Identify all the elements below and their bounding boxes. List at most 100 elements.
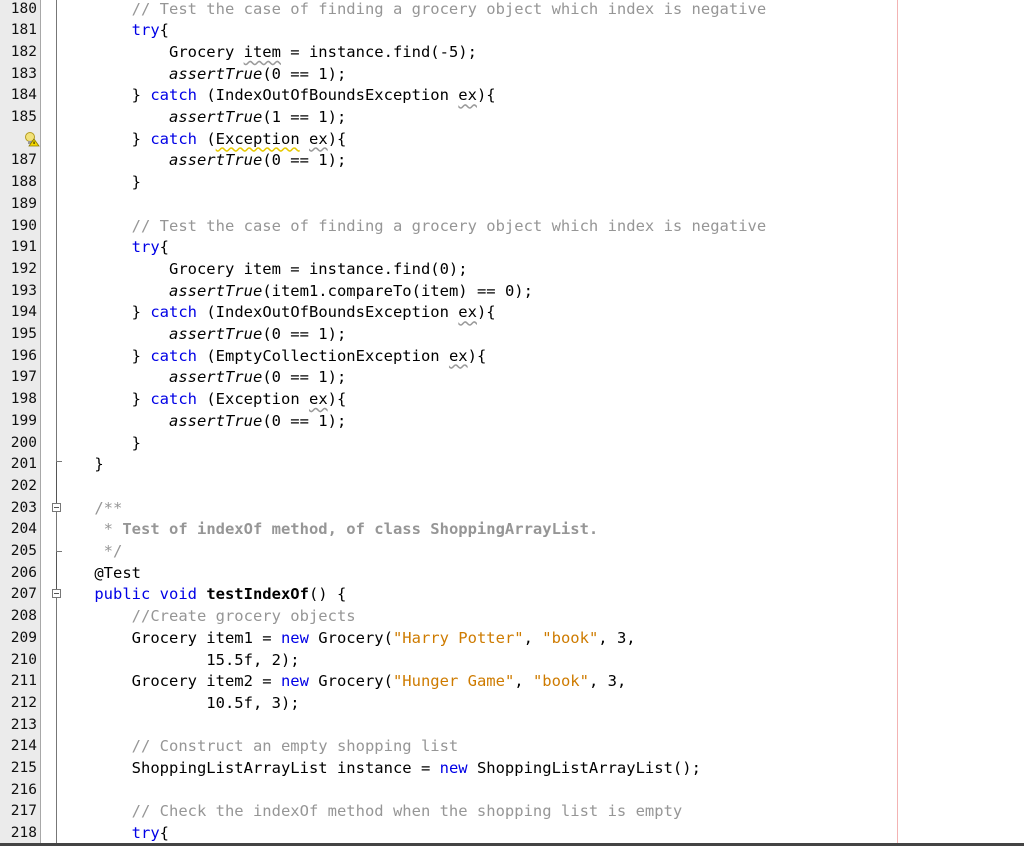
- code-token: , 3,: [598, 628, 636, 647]
- code-token: () {: [308, 585, 347, 604]
- code-line: // Check the indexOf method when the sho…: [57, 801, 683, 823]
- code-line: } catch (Exception ex){: [57, 129, 347, 151]
- code-token: //Create grocery objects: [57, 607, 356, 626]
- code-token: @Test: [57, 563, 141, 582]
- line-number: 207: [10, 586, 37, 603]
- line-number: 214: [10, 738, 37, 755]
- code-token: }: [57, 346, 151, 365]
- code-token: ex: [309, 129, 328, 148]
- fold-toggle-javadoc[interactable]: [52, 503, 61, 512]
- code-line: assertTrue(0 == 1);: [57, 411, 346, 433]
- line-number: 189: [10, 195, 37, 212]
- code-token: (0 == 1);: [262, 411, 347, 430]
- code-token: {: [159, 238, 169, 257]
- code-token: 15.5f, 2);: [57, 650, 300, 669]
- code-line: Grocery item1 = new Grocery("Harry Potte…: [57, 628, 636, 650]
- line-number: 202: [10, 477, 37, 494]
- line-number: 209: [10, 629, 37, 646]
- code-token: Grocery item1 =: [57, 628, 281, 647]
- code-token: try: [131, 824, 160, 843]
- code-token: ){: [467, 346, 487, 365]
- line-number: 194: [10, 304, 37, 321]
- code-token: ShoppingListArrayList instance =: [57, 759, 440, 777]
- line-number: 206: [10, 564, 37, 581]
- code-token: "book": [532, 672, 589, 691]
- code-line: 15.5f, 2);: [57, 650, 300, 672]
- code-token: testIndexOf: [206, 585, 309, 604]
- code-token: item: [243, 42, 281, 61]
- code-token: ex: [458, 303, 477, 322]
- fold-end: [56, 551, 62, 552]
- code-token: */: [57, 542, 123, 560]
- line-number: 205: [10, 543, 37, 559]
- line-number: 213: [10, 716, 37, 733]
- fold-line: [56, 598, 57, 846]
- code-token: ex: [458, 86, 477, 105]
- line-number: 216: [10, 781, 37, 798]
- code-token: new: [439, 759, 468, 777]
- line-number: 210: [10, 651, 37, 668]
- code-token: "Harry Potter": [392, 628, 524, 647]
- code-token: , 3,: [588, 672, 627, 691]
- right-margin-guide: [897, 0, 898, 846]
- code-token: public void: [57, 585, 207, 604]
- line-number: 180: [10, 0, 37, 17]
- code-token: (EmptyCollectionException: [197, 346, 449, 365]
- code-token: new: [280, 672, 309, 691]
- code-editor[interactable]: // Test the case of finding a grocery ob…: [57, 0, 1024, 846]
- code-line: try{: [57, 823, 169, 845]
- line-number: 185: [10, 109, 37, 125]
- code-line: 10.5f, 3);: [57, 693, 299, 715]
- fold-line: [56, 512, 57, 551]
- line-number: 190: [10, 217, 37, 234]
- code-line: } catch (Exception ex){: [57, 389, 347, 411]
- code-token: ){: [476, 86, 496, 105]
- code-token: ex: [448, 346, 468, 365]
- code-token: (0 == 1);: [262, 151, 347, 170]
- code-token: // Check the indexOf method when the sho…: [57, 802, 683, 821]
- code-line: assertTrue(0 == 1);: [57, 150, 346, 172]
- lightbulb-warning-icon[interactable]: [24, 131, 40, 147]
- code-token: ){: [327, 390, 347, 409]
- code-token: Grocery(: [308, 672, 393, 691]
- fold-toggle-method[interactable]: [52, 589, 61, 598]
- code-token: }: [57, 303, 151, 322]
- code-token: (: [197, 129, 216, 148]
- line-number: 208: [10, 608, 37, 625]
- code-token: try: [131, 238, 160, 257]
- code-line: */: [57, 541, 123, 563]
- code-token: catch: [150, 303, 197, 322]
- code-line: /**: [57, 498, 122, 520]
- code-token: catch: [150, 346, 197, 365]
- code-line: // Test the case of finding a grocery ob…: [57, 0, 767, 20]
- code-token: ShoppingListArrayList();: [467, 759, 701, 777]
- code-token: (IndexOutOfBoundsException: [197, 86, 459, 105]
- code-line: // Test the case of finding a grocery ob…: [57, 216, 767, 238]
- code-token: catch: [150, 129, 197, 148]
- code-token: assertTrue: [168, 411, 263, 430]
- code-line: } catch (EmptyCollectionException ex){: [57, 346, 487, 368]
- line-number: 201: [10, 456, 37, 473]
- line-number-gutter: 180 181 182 183 184 185 187 188 189 190 191 192 193 1…: [0, 0, 41, 846]
- line-number: 215: [10, 760, 37, 776]
- code-token: catch: [150, 86, 197, 105]
- code-token: "Hunger Game": [392, 672, 515, 691]
- code-token: // Test the case of finding a grocery ob…: [57, 0, 767, 18]
- code-line: assertTrue(0 == 1);: [57, 324, 346, 346]
- code-token: assertTrue: [168, 64, 263, 83]
- line-number: 193: [10, 282, 37, 299]
- code-token: assertTrue: [168, 151, 263, 170]
- code-token: (Exception: [197, 390, 309, 409]
- code-token: }: [57, 86, 151, 105]
- code-token: new: [280, 628, 309, 647]
- line-number: 191: [10, 239, 37, 256]
- code-token: "book": [542, 628, 599, 647]
- line-number: 181: [10, 22, 37, 39]
